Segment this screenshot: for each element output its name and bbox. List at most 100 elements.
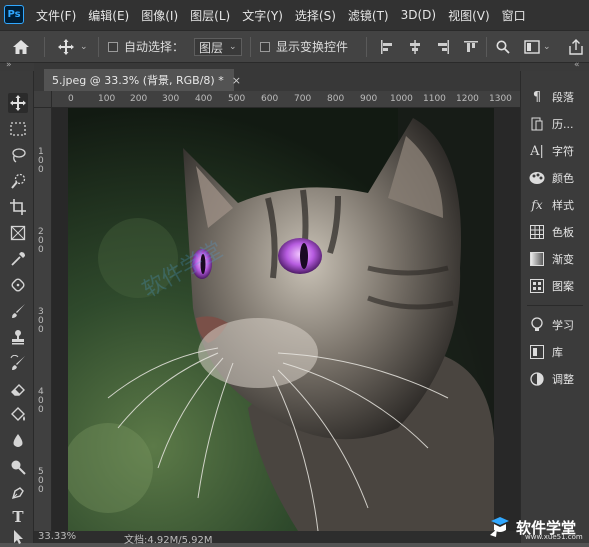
menu-select[interactable]: 选择(S) [295,7,336,24]
align-top-icon[interactable] [464,40,478,54]
document-size: 文档:4.92M/5.92M [124,535,213,546]
show-transform-checkbox[interactable]: 显示变换控件 [260,31,348,62]
panel-label: 样式 [552,199,574,212]
menu-layer[interactable]: 图层(L) [190,7,230,24]
menu-3d[interactable]: 3D(D) [401,8,436,22]
menu-window[interactable]: 窗口 [502,7,526,24]
align-buttons [380,31,478,62]
ruler-tick: 800 [327,94,345,104]
panel-styles[interactable]: fx 样式 [529,195,574,215]
align-right-icon[interactable] [436,39,450,54]
menu-file[interactable]: 文件(F) [36,7,76,24]
panel-label: 渐变 [552,253,574,266]
align-left-icon[interactable] [380,39,394,54]
panel-paragraph[interactable]: ¶ 段落 [529,87,574,107]
auto-select-label: 自动选择： [124,40,185,54]
menu-type[interactable]: 文字(Y) [242,7,283,24]
crop-tool-icon[interactable] [8,197,28,217]
search-icon[interactable] [496,31,510,62]
collapse-left-icon[interactable]: » [6,60,12,70]
document-canvas[interactable]: 软件学堂 [68,108,494,531]
ruler-tick: 300 [162,94,180,104]
document-tab-title: 5.jpeg @ 33.3% (背景, RGB/8) * [52,74,224,87]
panel-patterns[interactable]: 图案 [529,276,574,296]
path-selection-tool-icon[interactable] [8,527,28,547]
panel-label: 段落 [552,91,574,104]
type-tool-icon[interactable]: T [8,507,28,527]
cat-photo: 软件学堂 [68,108,494,531]
marquee-tool-icon[interactable] [8,119,28,139]
panel-libraries[interactable]: 库 [529,342,563,362]
frame-tool-icon[interactable] [8,223,28,243]
eyedropper-tool-icon[interactable] [8,249,28,269]
share-icon[interactable] [568,31,584,62]
ruler-tick: 1000 [390,94,413,104]
panel-gradients[interactable]: 渐变 [529,249,574,269]
menu-view[interactable]: 视图(V) [448,7,490,24]
panel-label: 历... [552,118,574,131]
swatches-icon [529,224,545,240]
layer-select-value: 图层 [199,40,224,55]
panel-color[interactable]: 颜色 [529,168,574,188]
ruler-corner [34,91,52,108]
quick-selection-tool-icon[interactable] [8,171,28,191]
home-icon[interactable] [12,31,30,62]
ruler-tick: 0 [38,325,44,335]
patterns-icon [529,278,545,294]
adjustments-icon [529,371,545,387]
eraser-tool-icon[interactable] [8,379,28,399]
move-tool-icon[interactable] [8,93,28,113]
horizontal-ruler: 0 100 200 300 400 500 600 700 800 900 10… [52,91,520,108]
zoom-level[interactable]: 33.33% [38,531,76,542]
document-tab[interactable]: 5.jpeg @ 33.3% (背景, RGB/8) * × [44,69,241,91]
menu-filter[interactable]: 滤镜(T) [348,7,389,24]
collapse-right-icon[interactable]: « [574,60,580,70]
chevron-down-icon: ⌄ [80,41,88,52]
history-brush-tool-icon[interactable] [8,353,28,373]
chevron-down-icon: ⌄ [229,42,237,52]
lasso-tool-icon[interactable] [8,145,28,165]
layer-select-dropdown[interactable]: 图层 ⌄ [194,38,242,56]
auto-select-checkbox[interactable]: 自动选择： [108,31,184,62]
options-bar: ⌄ 自动选择： 图层 ⌄ 显示变换控件 ⌄ [0,30,589,63]
pen-tool-icon[interactable] [8,483,28,503]
ruler-tick: 0 [38,245,44,255]
workspace-icon[interactable]: ⌄ [524,31,551,62]
panel-learn[interactable]: 学习 [529,315,574,335]
panel-label: 色板 [552,226,574,239]
brush-tool-icon[interactable] [8,301,28,321]
ruler-tick: 200 [130,94,148,104]
spot-healing-tool-icon[interactable] [8,275,28,295]
menu-edit[interactable]: 编辑(E) [88,7,129,24]
photoshop-logo: Ps [4,5,24,24]
ruler-tick: 0 [68,94,74,104]
clone-stamp-tool-icon[interactable] [8,327,28,347]
move-tool-preset-icon[interactable]: ⌄ [58,31,88,62]
ruler-tick: 0 [38,485,44,495]
ruler-tick: 600 [261,94,279,104]
blur-tool-icon[interactable] [8,431,28,451]
chevron-down-icon: ⌄ [543,41,551,52]
panel-swatches[interactable]: 色板 [529,222,574,242]
panel-history[interactable]: 历... [529,114,574,134]
ruler-tick: 0 [38,405,44,415]
ruler-tick: 500 [228,94,246,104]
ruler-tick: 400 [195,94,213,104]
document-tab-bar: 5.jpeg @ 33.3% (背景, RGB/8) * × [34,63,520,91]
menu-image[interactable]: 图像(I) [141,7,178,24]
panel-label: 学习 [552,319,574,332]
panel-label: 字符 [552,145,574,158]
panel-label: 调整 [552,373,574,386]
dodge-tool-icon[interactable] [8,457,28,477]
paragraph-icon: ¶ [532,89,542,105]
align-center-icon[interactable] [408,39,422,54]
close-icon[interactable]: × [232,74,241,87]
learn-icon [529,317,545,333]
vertical-ruler: 1 0 0 2 0 0 3 0 0 4 0 0 5 0 0 [34,108,52,531]
panel-character[interactable]: A| 字符 [529,141,574,161]
ruler-tick: 100 [98,94,116,104]
panel-adjustments[interactable]: 调整 [529,369,574,389]
paint-bucket-tool-icon[interactable] [8,405,28,425]
watermark-logo-icon [490,517,509,537]
ruler-tick: 1100 [423,94,446,104]
